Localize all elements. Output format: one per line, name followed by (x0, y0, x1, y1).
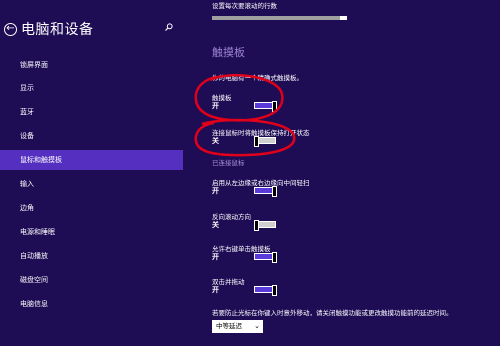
right-click-label: 允许右键单击触摸板 (212, 245, 271, 253)
toggle-knob (272, 186, 277, 197)
sidebar-item-disk-space[interactable]: 磁盘空间 (0, 270, 183, 290)
sidebar-item-power-sleep[interactable]: 电源和睡眠 (0, 222, 183, 242)
sidebar-item-autoplay[interactable]: 自动播放 (0, 246, 183, 266)
touchpad-toggle-value: 开 (212, 102, 219, 110)
toggle-knob (272, 101, 277, 112)
annotation-circle-keep-touchpad (194, 118, 296, 157)
scroll-lines-label: 设置每次要滚动的行数 (212, 2, 277, 10)
edge-swipe-toggle[interactable] (254, 186, 277, 197)
sidebar: ← 电脑和设备 锁屏界面 显示 蓝牙 设备 鼠标和触摸板 输入 边角 电源和睡眠… (0, 0, 183, 346)
sidebar-item-mouse-touchpad[interactable]: 鼠标和触摸板 (0, 150, 183, 170)
toggle-knob (272, 252, 277, 263)
reverse-scroll-toggle[interactable] (254, 220, 276, 231)
toggle-knob (254, 136, 259, 147)
sidebar-item-display[interactable]: 显示 (0, 78, 183, 98)
double-tap-value: 开 (212, 286, 219, 294)
scroll-lines-slider[interactable] (212, 16, 347, 20)
header: ← 电脑和设备 (4, 19, 94, 39)
page-title: 电脑和设备 (21, 22, 94, 38)
double-tap-toggle[interactable] (254, 285, 277, 296)
reverse-scroll-value: 关 (212, 221, 219, 229)
chevron-down-icon: ⌄ (254, 322, 260, 330)
scroll-lines-slider-fill (212, 16, 341, 20)
toggle-knob (272, 285, 277, 296)
sidebar-item-devices[interactable]: 设备 (0, 126, 183, 146)
delay-select[interactable]: 中等延迟 ⌄ (212, 320, 263, 333)
delay-select-value: 中等延迟 (216, 322, 242, 330)
keep-touchpad-toggle[interactable] (254, 136, 276, 147)
sidebar-item-pc-info[interactable]: 电脑信息 (0, 294, 183, 314)
keep-touchpad-value: 关 (212, 137, 219, 145)
touchpad-description: 你的电脑有一个精确式触摸板。 (212, 74, 303, 82)
sidebar-item-lockscreen[interactable]: 锁屏界面 (0, 55, 183, 75)
back-arrow-icon: ← (6, 23, 15, 34)
mouse-connected-status: 已连接鼠标 (212, 159, 245, 167)
touchpad-section-title: 触摸板 (212, 46, 245, 59)
back-button[interactable]: ← (4, 22, 17, 36)
touchpad-toggle[interactable] (254, 101, 277, 112)
edge-swipe-value: 开 (212, 187, 219, 195)
toggle-knob (254, 220, 259, 231)
keep-touchpad-label: 连接鼠标时将触摸板保持打开状态 (212, 129, 310, 137)
search-icon[interactable] (165, 23, 173, 31)
sidebar-item-typing[interactable]: 输入 (0, 174, 183, 194)
right-click-value: 开 (212, 253, 219, 261)
right-click-toggle[interactable] (254, 252, 277, 263)
sidebar-item-bluetooth[interactable]: 蓝牙 (0, 102, 183, 122)
delay-description: 若要防止光标在你键入时意外移动，请关闭触摸功能或更改触摸功能前的延迟时间。 (212, 309, 453, 317)
edge-swipe-label: 启用从左边缘或右边缘向中间轻扫 (212, 179, 310, 187)
sidebar-item-corners[interactable]: 边角 (0, 198, 183, 218)
